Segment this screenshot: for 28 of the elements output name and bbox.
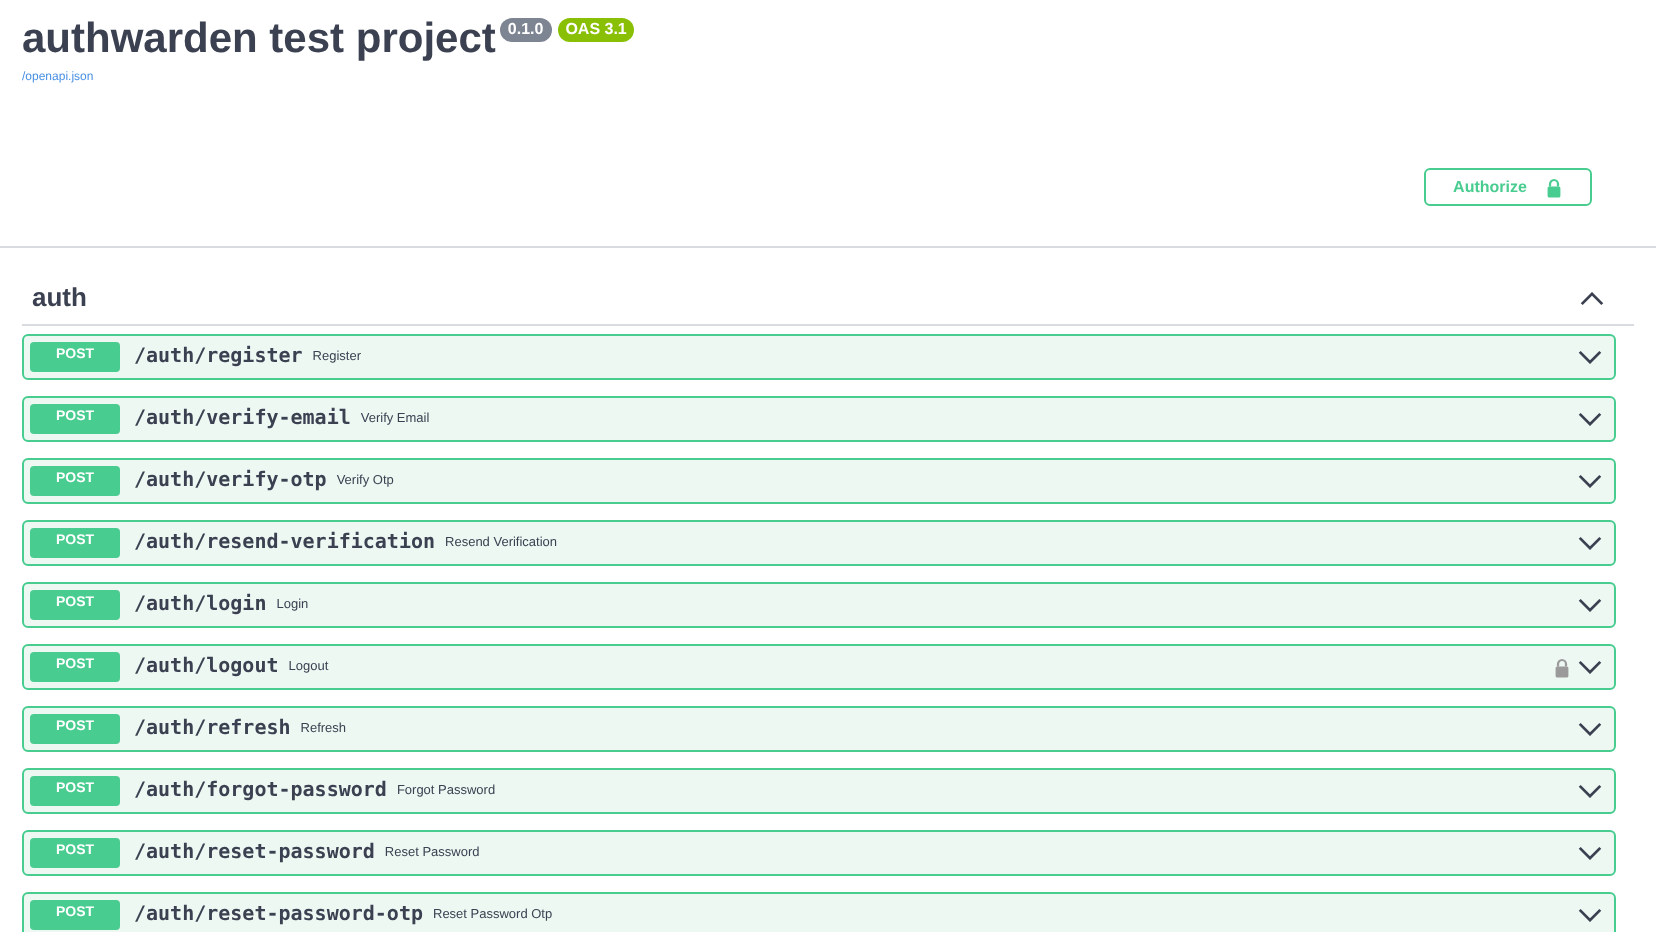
expand-icon[interactable]	[1578, 846, 1602, 860]
endpoint-path: /auth/register	[134, 343, 303, 372]
expand-icon[interactable]	[1578, 412, 1602, 426]
endpoint-path: /auth/login	[134, 591, 267, 620]
api-title: authwarden test project	[22, 14, 496, 66]
endpoint-path: /auth/reset-password-otp	[134, 902, 423, 930]
section-header[interactable]: auth	[22, 272, 1634, 326]
endpoint-path: /auth/forgot-password	[134, 778, 387, 806]
endpoint-path: /auth/refresh	[134, 716, 291, 744]
expand-icon[interactable]	[1578, 474, 1602, 488]
collapse-icon[interactable]	[1580, 291, 1604, 305]
lock-icon	[1554, 657, 1570, 677]
endpoint-path: /auth/verify-email	[134, 405, 351, 434]
expand-icon[interactable]	[1578, 784, 1602, 798]
endpoint-path: /auth/resend-verification	[134, 529, 436, 558]
version-badge: 0.1.0	[499, 18, 552, 42]
expand-icon[interactable]	[1578, 908, 1602, 922]
expand-icon[interactable]	[1578, 536, 1602, 550]
expand-icon[interactable]	[1578, 598, 1602, 612]
oas-badge: OAS 3.1	[557, 18, 635, 42]
expand-icon[interactable]	[1578, 350, 1602, 364]
lock-icon	[1546, 177, 1563, 197]
endpoint-path: /auth/logout	[134, 654, 279, 682]
endpoint-path: /auth/reset-password	[134, 840, 375, 868]
endpoint-path: /auth/verify-otp	[134, 467, 327, 496]
expand-icon[interactable]	[1578, 660, 1602, 674]
section-title: auth	[32, 280, 87, 317]
expand-icon[interactable]	[1578, 722, 1602, 736]
